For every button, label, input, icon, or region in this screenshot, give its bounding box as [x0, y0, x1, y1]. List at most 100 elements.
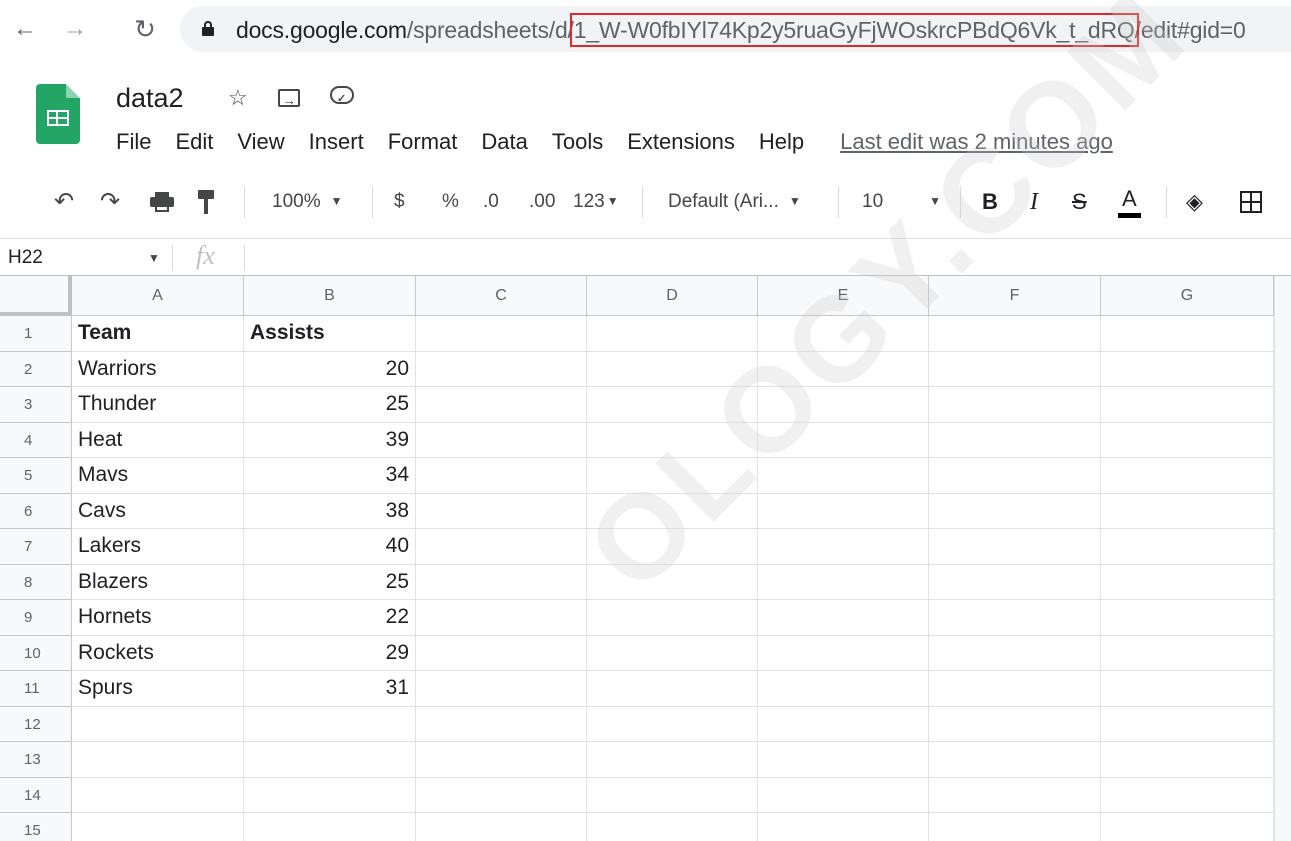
cell-g12[interactable] [1101, 706, 1274, 742]
menu-data[interactable]: Data [481, 127, 527, 157]
percent-format-button[interactable]: % [442, 188, 459, 216]
cell-b2[interactable]: 20 [244, 351, 416, 387]
cloud-saved-icon[interactable] [330, 85, 354, 113]
menu-insert[interactable]: Insert [309, 127, 364, 157]
cell-c10[interactable] [416, 635, 587, 671]
column-header-c[interactable]: C [416, 276, 587, 316]
row-header[interactable]: 7 [0, 529, 72, 565]
font-family-select[interactable]: Default (Ari... ▼ [668, 188, 801, 216]
cell-d2[interactable] [587, 351, 758, 387]
undo-icon[interactable]: ↶ [54, 188, 74, 216]
cell-g3[interactable] [1101, 387, 1274, 423]
cell-d13[interactable] [587, 742, 758, 778]
cell-e13[interactable] [758, 742, 929, 778]
row-header[interactable]: 10 [0, 635, 72, 671]
cell-b1[interactable]: Assists [244, 316, 416, 352]
row-header[interactable]: 15 [0, 813, 72, 841]
cell-e8[interactable] [758, 564, 929, 600]
cell-d14[interactable] [587, 777, 758, 813]
cell-e15[interactable] [758, 813, 929, 841]
cell-a9[interactable]: Hornets [72, 600, 244, 636]
cell-b11[interactable]: 31 [244, 671, 416, 707]
cell-c1[interactable] [416, 316, 587, 352]
row-header[interactable]: 8 [0, 564, 72, 600]
sheets-logo-icon[interactable] [36, 84, 80, 144]
menu-format[interactable]: Format [388, 127, 458, 157]
cell-f5[interactable] [929, 458, 1101, 494]
cell-f2[interactable] [929, 351, 1101, 387]
cell-a3[interactable]: Thunder [72, 387, 244, 423]
cell-e3[interactable] [758, 387, 929, 423]
cell-e2[interactable] [758, 351, 929, 387]
cell-g8[interactable] [1101, 564, 1274, 600]
cell-e5[interactable] [758, 458, 929, 494]
last-edit-link[interactable]: Last edit was 2 minutes ago [840, 129, 1113, 155]
cell-c11[interactable] [416, 671, 587, 707]
cell-g13[interactable] [1101, 742, 1274, 778]
cell-f13[interactable] [929, 742, 1101, 778]
cell-g14[interactable] [1101, 777, 1274, 813]
cell-b14[interactable] [244, 777, 416, 813]
cell-g2[interactable] [1101, 351, 1274, 387]
cell-a13[interactable] [72, 742, 244, 778]
row-header[interactable]: 4 [0, 422, 72, 458]
cell-b15[interactable] [244, 813, 416, 841]
cell-f4[interactable] [929, 422, 1101, 458]
menu-file[interactable]: File [116, 127, 151, 157]
cell-f1[interactable] [929, 316, 1101, 352]
cell-e12[interactable] [758, 706, 929, 742]
cell-f14[interactable] [929, 777, 1101, 813]
increase-decimal-button[interactable]: .00 [529, 188, 555, 216]
address-bar[interactable]: docs.google.com/spreadsheets/d/1_W-W0fbI… [180, 6, 1291, 52]
move-to-folder-icon[interactable] [278, 86, 300, 114]
row-header[interactable]: 13 [0, 742, 72, 778]
cell-e10[interactable] [758, 635, 929, 671]
italic-button[interactable]: I [1030, 188, 1038, 216]
url-text[interactable]: docs.google.com/spreadsheets/d/1_W-W0fbI… [236, 13, 1246, 47]
document-title[interactable]: data2 [116, 82, 184, 114]
cell-e11[interactable] [758, 671, 929, 707]
cell-c7[interactable] [416, 529, 587, 565]
cell-a7[interactable]: Lakers [72, 529, 244, 565]
column-header-b[interactable]: B [244, 276, 416, 316]
cell-f9[interactable] [929, 600, 1101, 636]
cell-c13[interactable] [416, 742, 587, 778]
cell-d6[interactable] [587, 493, 758, 529]
cell-b6[interactable]: 38 [244, 493, 416, 529]
cell-g4[interactable] [1101, 422, 1274, 458]
cell-d15[interactable] [587, 813, 758, 841]
cell-d11[interactable] [587, 671, 758, 707]
cell-a14[interactable] [72, 777, 244, 813]
cell-f8[interactable] [929, 564, 1101, 600]
font-size-select[interactable]: 10 ▼ [862, 188, 941, 216]
row-header[interactable]: 9 [0, 600, 72, 636]
row-header[interactable]: 2 [0, 351, 72, 387]
cell-d5[interactable] [587, 458, 758, 494]
row-header[interactable]: 1 [0, 316, 72, 352]
cell-g10[interactable] [1101, 635, 1274, 671]
column-header-f[interactable]: F [929, 276, 1101, 316]
cell-a11[interactable]: Spurs [72, 671, 244, 707]
cell-c3[interactable] [416, 387, 587, 423]
zoom-select[interactable]: 100% ▼ [272, 188, 343, 216]
cell-b12[interactable] [244, 706, 416, 742]
cell-g9[interactable] [1101, 600, 1274, 636]
redo-icon[interactable]: ↷ [100, 188, 120, 216]
column-header-d[interactable]: D [587, 276, 758, 316]
cell-g5[interactable] [1101, 458, 1274, 494]
cell-b4[interactable]: 39 [244, 422, 416, 458]
cell-c2[interactable] [416, 351, 587, 387]
cell-b13[interactable] [244, 742, 416, 778]
cell-d7[interactable] [587, 529, 758, 565]
cell-c12[interactable] [416, 706, 587, 742]
cell-d1[interactable] [587, 316, 758, 352]
cell-c15[interactable] [416, 813, 587, 841]
print-icon[interactable] [150, 192, 174, 212]
cell-f15[interactable] [929, 813, 1101, 841]
cell-a4[interactable]: Heat [72, 422, 244, 458]
name-box[interactable]: H22 [8, 245, 43, 271]
row-header[interactable]: 3 [0, 387, 72, 423]
cell-d4[interactable] [587, 422, 758, 458]
row-header[interactable]: 11 [0, 671, 72, 707]
more-formats-button[interactable]: 123 ▼ [573, 188, 619, 216]
